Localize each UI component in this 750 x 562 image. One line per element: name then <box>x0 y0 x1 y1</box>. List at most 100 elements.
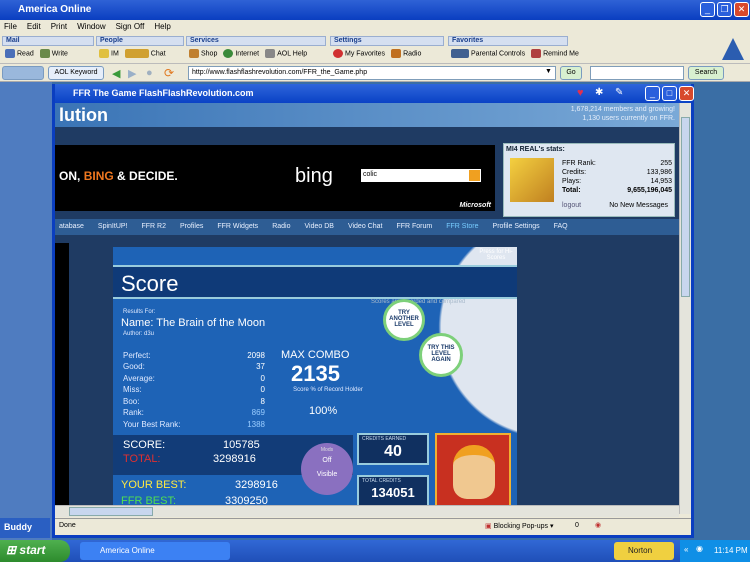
menu-help[interactable]: Help <box>154 20 170 34</box>
ffr-window-title: FFR The Game FlashFlashRevolution.com <box>73 88 254 98</box>
remind-me-button[interactable]: Remind Me <box>531 49 579 58</box>
settings-group-header[interactable]: Settings <box>330 36 444 46</box>
mail-group-header[interactable]: Mail <box>2 36 94 46</box>
close-icon[interactable]: ✕ <box>734 2 749 17</box>
nav-faq[interactable]: FAQ <box>554 219 568 235</box>
favorites-group-header[interactable]: Favorites <box>448 36 568 46</box>
site-nav: atabase SpinItUP! FFR R2 Profiles FFR Wi… <box>55 219 679 235</box>
radio-label: Radio <box>403 50 422 58</box>
menu-sign-off[interactable]: Sign Off <box>116 20 145 34</box>
edit-icon[interactable]: ✎ <box>615 87 623 98</box>
minimize-icon[interactable]: _ <box>700 2 715 17</box>
tray-aol-icon[interactable]: ◉ <box>696 544 703 553</box>
ffr-logo[interactable]: lution <box>59 105 108 126</box>
avatar[interactable] <box>510 158 554 202</box>
favorites-group: Favorites Parental Controls Remind Me <box>448 36 579 62</box>
clock[interactable]: 11:14 PM <box>714 546 748 555</box>
norton-label: Norton <box>628 546 653 555</box>
read-label: Read <box>17 50 34 58</box>
aol-window-controls: _ ❐ ✕ <box>700 2 749 17</box>
write-button[interactable]: Write <box>39 49 68 58</box>
services-group-header[interactable]: Services <box>186 36 326 46</box>
nav-video-chat[interactable]: Video Chat <box>348 219 383 235</box>
mods-label: Mods <box>320 447 334 453</box>
nav-profiles[interactable]: Profiles <box>180 219 203 235</box>
im-button[interactable]: IM <box>99 49 119 58</box>
go-button[interactable]: Go <box>560 66 582 80</box>
vertical-scroll-thumb[interactable] <box>681 117 690 297</box>
start-button[interactable]: ⊞ start <box>0 540 70 562</box>
credits-earned-value: 40 <box>384 443 402 460</box>
forward-arrow-icon[interactable]: ▶ <box>128 67 136 80</box>
horizontal-scrollbar[interactable] <box>55 505 679 517</box>
chat-button[interactable]: Chat <box>124 49 166 58</box>
nav-spinitup[interactable]: SpinItUP! <box>98 219 128 235</box>
menu-print[interactable]: Print <box>51 20 67 34</box>
tray-arrow-icon[interactable]: « <box>684 545 688 554</box>
page-left-edge <box>55 243 69 514</box>
popup-blocker[interactable]: ▣ Blocking Pop-ups ▾ <box>485 522 554 530</box>
help-icon <box>265 49 276 58</box>
hi-scores-button[interactable]: Press for Hi-Scores <box>477 249 515 261</box>
bing-advert[interactable]: ON, BING & DECIDE. bing colic Microsoft <box>55 145 495 211</box>
read-button[interactable]: Read <box>5 49 34 58</box>
taskbar-aol-item[interactable]: America Online <box>80 542 230 560</box>
restore-icon[interactable]: ❐ <box>717 2 732 17</box>
score-value: 105785 <box>223 439 260 451</box>
minimize-icon[interactable]: _ <box>645 86 660 101</box>
mods-badge[interactable]: Mods Off Visible <box>301 443 353 495</box>
search-input[interactable] <box>590 66 684 80</box>
norton-tray-button[interactable]: Norton <box>614 542 674 560</box>
search-icon[interactable] <box>469 170 480 181</box>
logout-link[interactable]: logout <box>562 202 581 209</box>
security-icon[interactable]: ◉ <box>595 521 601 529</box>
parental-controls-button[interactable]: Parental Controls <box>451 49 525 58</box>
user-stats-panel: MI4 REAL's stats: FFR Rank: 255 Credits: 1… <box>503 143 675 217</box>
record-pct-label: Score % of Record Holder <box>293 387 363 393</box>
try-another-level-button[interactable]: TRY ANOTHER LEVEL <box>383 299 425 341</box>
ffr-window-controls: _ □ ✕ <box>645 86 694 101</box>
popup-icon: ▣ <box>485 523 492 530</box>
record-pct-value: 100% <box>309 405 338 417</box>
internet-button[interactable]: Internet <box>223 49 259 58</box>
nav-profile-settings[interactable]: Profile Settings <box>493 219 540 235</box>
shop-button[interactable]: Shop <box>189 49 217 58</box>
menu-edit[interactable]: Edit <box>27 20 41 34</box>
vertical-scrollbar[interactable] <box>679 103 691 514</box>
menu-window[interactable]: Window <box>77 20 105 34</box>
my-favorites-button[interactable]: My Favorites <box>333 49 385 58</box>
try-level-again-button[interactable]: TRY THIS LEVEL AGAIN <box>419 333 463 377</box>
remind-me-label: Remind Me <box>543 50 579 58</box>
refresh-icon[interactable]: ⟳ <box>164 66 174 80</box>
buddy-list-tab[interactable]: Buddy <box>0 518 50 538</box>
radio-button[interactable]: Radio <box>391 49 421 58</box>
back-arrow-icon[interactable]: ◀ <box>112 67 120 80</box>
nav-radio[interactable]: Radio <box>272 219 290 235</box>
parental-controls-label: Parental Controls <box>471 50 526 58</box>
close-icon[interactable]: ✕ <box>679 86 694 101</box>
nav-ffr-widgets[interactable]: FFR Widgets <box>217 219 258 235</box>
buddy-label: Buddy <box>4 522 32 532</box>
horizontal-scroll-thumb[interactable] <box>69 507 153 516</box>
nav-database[interactable]: atabase <box>59 219 84 235</box>
nav-ffr-r2[interactable]: FFR R2 <box>142 219 167 235</box>
maximize-icon[interactable]: □ <box>662 86 677 101</box>
aol-help-button[interactable]: AOL Help <box>265 49 307 58</box>
ad-search-field[interactable]: colic <box>361 169 481 182</box>
url-field[interactable]: http://www.flashflashrevolution.com/FFR_… <box>188 66 556 80</box>
search-button[interactable]: Search <box>688 66 724 80</box>
menu-file[interactable]: File <box>4 20 17 34</box>
stop-icon[interactable]: ● <box>146 67 153 79</box>
nav-ffr-store[interactable]: FFR Store <box>446 219 478 235</box>
web-page: lution 1,678,214 members and growing! 1,… <box>55 103 679 514</box>
heart-icon[interactable]: ♥ <box>577 87 584 99</box>
nav-video-db[interactable]: Video DB <box>304 219 333 235</box>
nav-ffr-forum[interactable]: FFR Forum <box>396 219 432 235</box>
game-score-screen[interactable]: Score Press for Hi-Scores Scores are rec… <box>113 247 517 514</box>
people-group-header[interactable]: People <box>96 36 184 46</box>
aol-keyword-button[interactable]: AOL Keyword <box>48 66 104 80</box>
add-favorite-icon[interactable]: ✱ <box>595 87 603 98</box>
keyword-back-button[interactable] <box>2 66 44 80</box>
song-name: Name: The Brain of the Moon <box>121 317 266 329</box>
url-dropdown-icon[interactable]: ▼ <box>545 68 552 75</box>
